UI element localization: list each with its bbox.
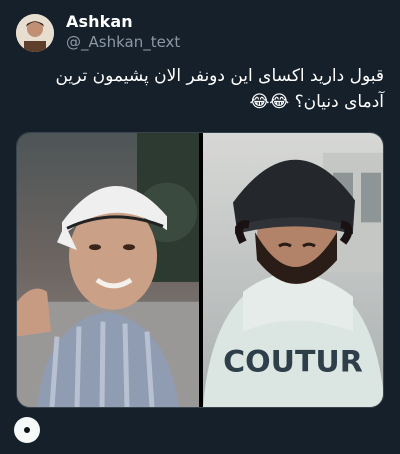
- more-dot-icon[interactable]: [14, 417, 40, 443]
- tweet-text-body: قبول دارید اکسای این دونفر الان پشیمون ت…: [55, 66, 384, 112]
- tweet[interactable]: Ashkan @_Ashkan_text قبول دارید اکسای ای…: [0, 0, 400, 454]
- media-grid[interactable]: COUTUR: [16, 132, 384, 408]
- left-person-photo: [17, 133, 199, 407]
- media-photo-left[interactable]: [17, 133, 199, 407]
- right-person-photo: COUTUR: [203, 133, 383, 407]
- hoodie-print-text: COUTUR: [223, 344, 363, 379]
- media-photo-right[interactable]: COUTUR: [203, 133, 383, 407]
- tweet-text: قبول دارید اکسای این دونفر الان پشیمون ت…: [16, 63, 384, 115]
- author-name[interactable]: Ashkan: [66, 12, 133, 31]
- avatar-image: [16, 14, 54, 52]
- laughing-emoji: 😂😂: [249, 92, 290, 112]
- avatar[interactable]: [16, 14, 54, 52]
- author-handle[interactable]: @_Ashkan_text: [66, 33, 180, 51]
